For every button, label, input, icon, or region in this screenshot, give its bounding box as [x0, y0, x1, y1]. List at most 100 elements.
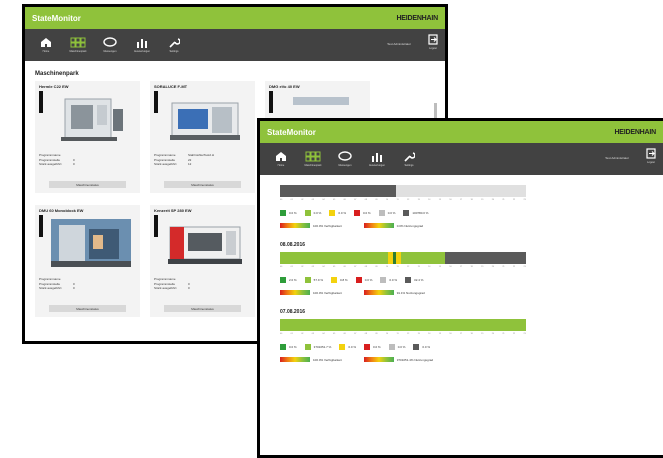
wrench-icon [404, 152, 415, 162]
toolbar-label: Auswertungen [134, 50, 150, 53]
info-value: 0 [73, 162, 75, 166]
logout-button[interactable]: Logout [646, 148, 656, 164]
toolbar-messages[interactable]: Messengen [332, 151, 358, 167]
info-label: Programmstelle [39, 281, 61, 286]
kpi-label: 100.0% Verfügbarkeit [313, 357, 342, 362]
hour-tick: 22 [512, 199, 516, 201]
machine-status-button[interactable]: Maschinenstatus [164, 305, 241, 312]
machine-name: Hermle C22 EW [39, 84, 69, 89]
hour-tick: 02 [301, 266, 304, 268]
status-timeline-bar[interactable] [280, 252, 526, 264]
info-value: 0 [188, 286, 190, 290]
toolbar-home[interactable]: Home [33, 37, 59, 53]
hour-tick: 02 [301, 199, 304, 201]
legend-item: 0.0 % [378, 210, 395, 216]
user-name[interactable]: Test Administrator [605, 156, 629, 160]
machine-card[interactable]: DMU 60 Monoblock EW Programmname Program… [35, 205, 140, 317]
legend-swatch [405, 277, 412, 283]
legend-value: 0.0 % [289, 211, 297, 215]
toolbar-analyses[interactable]: Auswertungen [364, 151, 390, 167]
hour-tick: 07 [354, 333, 357, 335]
hour-tick: 05 [332, 199, 336, 201]
legend-item: 32.4 % [405, 277, 423, 283]
user-name[interactable]: Test Administrator [387, 42, 411, 46]
info-value [73, 153, 136, 157]
hour-tick: 16 [449, 266, 452, 268]
grid-icon [305, 151, 321, 162]
machine-status-button[interactable]: Maschinenstatus [49, 181, 126, 188]
home-icon [276, 152, 286, 161]
info-value: 22 [188, 157, 192, 162]
toolbar-label: Maschinenpark [69, 50, 87, 53]
status-timeline-bar[interactable] [280, 319, 526, 331]
toolbar-maschinenpark[interactable]: Maschinenpark [300, 151, 326, 167]
toolbar-settings[interactable]: Settings [161, 37, 187, 53]
status-stripe [39, 91, 43, 113]
machine-card[interactable]: Hermle C22 EW Programmname Programmstell… [35, 81, 140, 193]
legend-swatch [403, 210, 410, 216]
status-timeline-bar[interactable] [280, 185, 526, 197]
info-label: Programmstelle [154, 157, 176, 162]
machine-image [168, 226, 242, 264]
toolbar-label: Messengen [338, 164, 352, 167]
app-header: StateMonitor HEIDENHAIN [260, 121, 663, 143]
hour-tick: 07 [354, 266, 357, 268]
machine-status-button[interactable]: Maschinenstatus [49, 305, 126, 312]
logout-button[interactable]: Logout [428, 34, 438, 50]
legend-value: 32.4 % [414, 278, 424, 282]
machine-name: DMG eVo 40 EW [269, 84, 300, 89]
machine-card[interactable]: Kenzerit SP 280 EW Programmname Programm… [150, 205, 255, 317]
toolbar-home[interactable]: Home [268, 151, 294, 167]
machine-info: Programmname Programmstelle 0 Stück ausge… [39, 153, 136, 166]
machine-card[interactable]: SORALUCE F-MT Programmname Stahlmühle/Tes… [150, 81, 255, 193]
toolbar-maschinenpark[interactable]: Maschinenpark [65, 37, 91, 53]
legend-item: 0.0 % [380, 277, 397, 283]
legend-item: 3701051.7 % [304, 344, 332, 350]
hour-tick: 04 [322, 333, 325, 335]
hour-tick: 01 [290, 199, 293, 201]
hour-tick: 05 [332, 333, 336, 335]
toolbar-settings[interactable]: Settings [396, 151, 422, 167]
hour-tick: 22 [512, 333, 516, 335]
hour-ticks: 00 01 02 03 04 05 06 07 08 09 10 11 12 13 14 15 16 17 18 19… [280, 333, 526, 338]
timeline-section: 07.08.2016 00 01 02 03 04 05 06 07 08 09 10 11 12 13 14… [280, 309, 663, 362]
legend-swatch [280, 210, 286, 216]
hour-tick: 21 [502, 266, 505, 268]
hour-tick: 21 [502, 333, 505, 335]
timeline-screen: StateMonitor HEIDENHAIN Home Maschinenpa… [257, 118, 663, 458]
legend-item: 57.9 % [304, 277, 323, 283]
hour-tick: 19 [481, 266, 484, 268]
status-segment [280, 185, 396, 197]
machine-name: SORALUCE F-MT [154, 84, 188, 89]
info-value: Stahlmühle/Test2.H [188, 153, 215, 157]
toolbar-analyses[interactable]: Auswertungen [129, 37, 155, 53]
hour-tick: 22 [512, 266, 516, 268]
legend-value: 0.0 % [397, 345, 406, 349]
brand-logo: HEIDENHAIN [614, 128, 656, 136]
hour-tick: 03 [311, 266, 315, 268]
legend-item: 0.0 % [364, 344, 381, 350]
kpi-row: 100.0% Verfügbarkeit 0.0% Nutzungsgrad [280, 223, 663, 228]
machine-status-button[interactable]: Maschinenstatus [164, 181, 241, 188]
legend-swatch [339, 344, 346, 350]
legend-value: 100780.0 % [412, 211, 429, 215]
kpi-label: 3701051.4% Nutzungsgrad [396, 357, 434, 362]
hour-tick: 20 [491, 199, 494, 201]
status-segment [280, 319, 526, 331]
hour-tick: 18 [470, 199, 473, 201]
toolbar-messages[interactable]: Messengen [97, 37, 123, 53]
info-value: 0 [73, 281, 75, 286]
kpi-row: 100.0% Verfügbarkeit 91.1% Nutzungsgrad [280, 290, 663, 295]
hour-tick: 13 [417, 333, 420, 335]
legend-swatch [331, 277, 338, 283]
status-stripe [39, 215, 43, 237]
legend-item: 0.0 % [339, 344, 356, 350]
legend-item: 0.0 % [304, 210, 321, 216]
main-toolbar: Home Maschinenpark Messengen Auswertunge… [25, 29, 445, 61]
legend-value: 3701051.7 % [313, 345, 332, 349]
timeline-date: 08.08.2016 [280, 242, 306, 248]
legend-value: 0.0 % [389, 278, 398, 282]
info-label: Programmstelle [154, 281, 176, 286]
status-segment [395, 185, 526, 197]
main-toolbar: Home Maschinenpark Messengen Auswertunge… [260, 143, 663, 175]
